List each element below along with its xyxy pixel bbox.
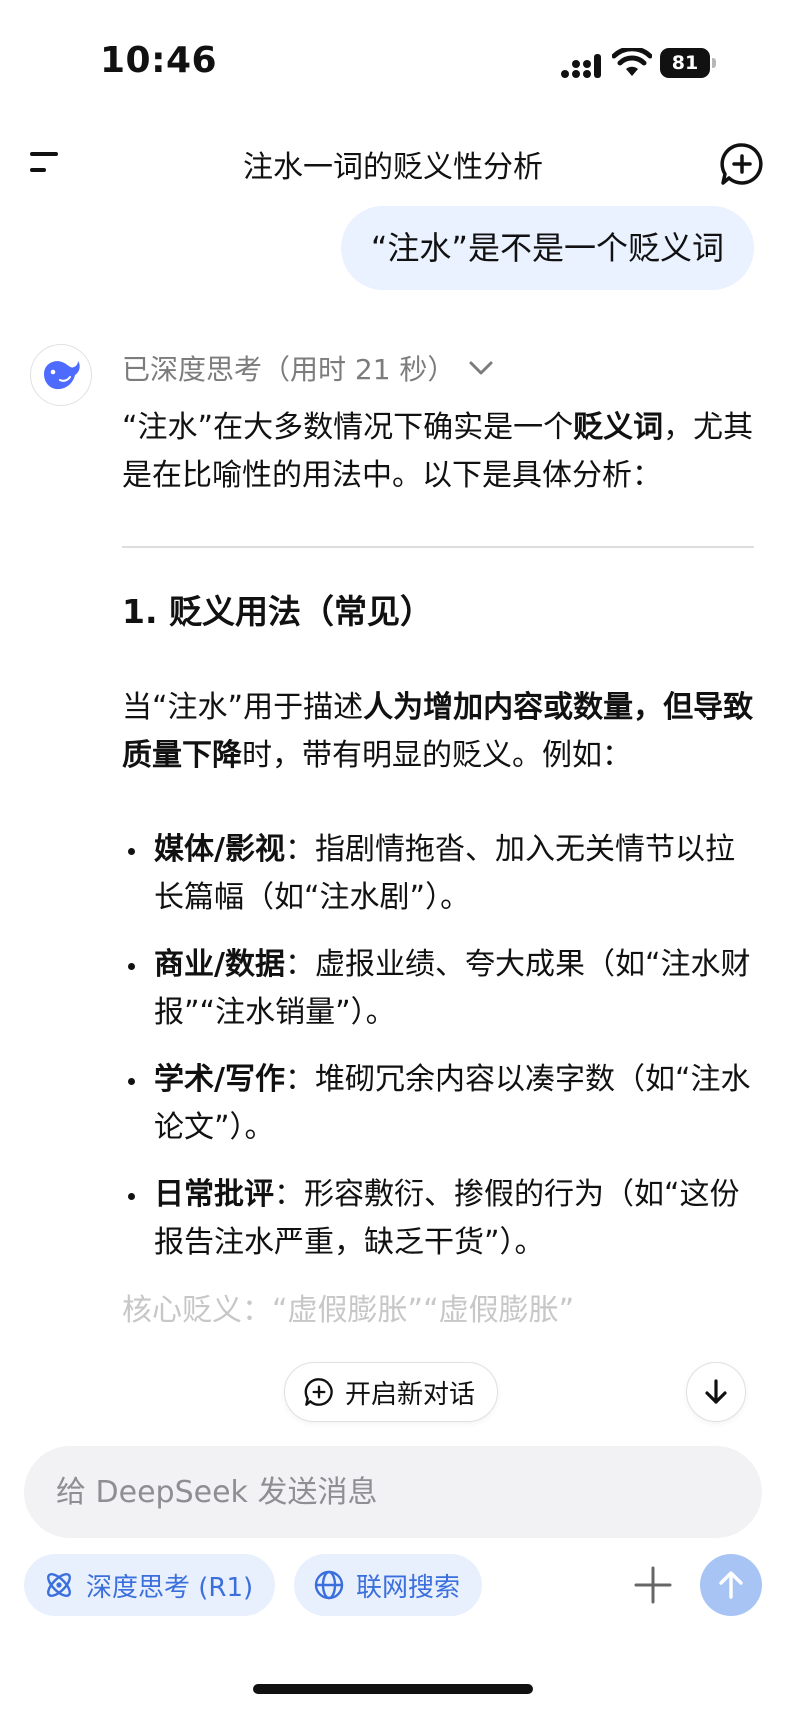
page-title: 注水一词的贬义性分析 [243,150,543,185]
thinking-toggle[interactable]: 已深度思考（用时 21 秒） [122,346,495,390]
list-item-term: 日常批评 [154,1177,274,1212]
status-bar: 10:46 81 [0,0,786,120]
list-item-term: 商业/数据 [154,947,285,982]
new-chat-icon[interactable] [718,140,766,188]
para-text-1: 当“注水”用于描述 [122,690,364,725]
new-dialog-button[interactable]: 开启新对话 [284,1362,499,1422]
new-dialog-label: 开启新对话 [345,1379,476,1410]
wifi-icon [612,48,652,76]
list-item: 日常批评：形容敷衍、掺假的行为（如“这份报告注水严重，缺乏干货”）。 [122,1171,754,1267]
para-text-2: 时，带有明显的贬义。例如： [242,738,632,773]
send-button[interactable] [700,1554,762,1616]
new-chat-icon [304,1378,333,1406]
user-message-bubble[interactable]: “注水”是不是一个贬义词 [340,206,754,290]
battery-level: 81 [660,48,710,78]
atom-icon [47,1573,71,1597]
message-input[interactable] [24,1446,762,1538]
section-title: 1. 贬义用法（常见） [122,592,433,631]
deepthink-label: 深度思考 (R1) [86,1572,254,1603]
chevron-down-icon [469,361,493,375]
status-time: 10:46 [100,40,218,81]
arrow-up-icon [719,1571,743,1599]
web-search-button[interactable]: 联网搜索 [294,1554,483,1616]
intro-text-1: “注水”在大多数情况下确实是一个 [122,410,574,445]
chat-header: 注水一词的贬义性分析 [0,130,786,200]
list-item: 媒体/影视：指剧情拖沓、加入无关情节以拉长篇幅（如“注水剧”）。 [122,826,754,922]
example-list: 媒体/影视：指剧情拖沓、加入无关情节以拉长篇幅（如“注水剧”）。 商业/数据：虚… [122,826,754,1267]
web-search-label: 联网搜索 [356,1572,461,1603]
intro-paragraph: “注水”在大多数情况下确实是一个贬义词，尤其是在比喻性的用法中。以下是具体分析： [122,404,754,500]
thinking-label: 已深度思考（用时 21 秒） [122,353,456,386]
battery-tip [712,58,716,68]
intro-bold: 贬义词 [573,410,664,445]
chat-screen: 10:46 81 注水一词的贬义性分析 “注水”是不是一个贬义词 已深度思考（用… [0,0,786,1709]
globe-icon [314,1570,344,1600]
signal-icon [561,54,601,78]
list-item: 学术/写作：堆砌冗余内容以凑字数（如“注水论文”）。 [122,1056,754,1152]
divider [122,546,754,548]
list-item-term: 学术/写作 [154,1062,285,1097]
menu-icon[interactable] [28,146,68,178]
faded-text: 核心贬义：“虚假膨胀”“虚假膨胀” [122,1293,575,1327]
scroll-down-button[interactable] [686,1362,746,1422]
avatar [30,344,92,406]
deepthink-button[interactable]: 深度思考 (R1) [24,1554,276,1616]
list-item: 商业/数据：虚报业绩、夸大成果（如“注水财报”“注水销量”）。 [122,941,754,1037]
plus-icon[interactable] [630,1562,676,1608]
home-indicator[interactable] [253,1684,533,1694]
whale-icon [44,361,80,390]
assistant-message: “注水”在大多数情况下确实是一个贬义词，尤其是在比喻性的用法中。以下是具体分析：… [122,404,754,1327]
battery-icon: 81 [660,48,718,78]
section-paragraph: 当“注水”用于描述人为增加内容或数量，但导致质量下降时，带有明显的贬义。例如： [122,684,754,780]
arrow-down-icon [705,1379,727,1404]
list-item-term: 媒体/影视 [154,832,285,867]
